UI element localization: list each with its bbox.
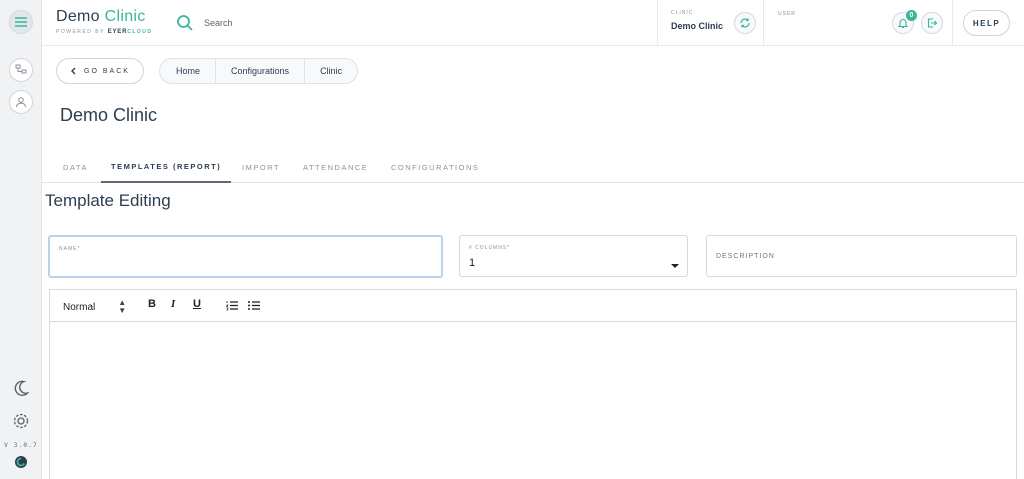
powered-by-brand-accent: Cloud <box>127 29 153 35</box>
rich-text-editor: Normal ▲ ▼ B I U <box>49 289 1017 479</box>
powered-by-brand: Eyer <box>107 29 128 35</box>
user-icon <box>16 97 26 108</box>
moon-icon <box>14 380 30 396</box>
breadcrumb-clinic[interactable]: Clinic <box>305 59 357 83</box>
editor-content-area[interactable] <box>50 322 1016 479</box>
go-back-label: GO BACK <box>84 67 130 75</box>
bold-button[interactable]: B <box>148 298 156 310</box>
settings-button[interactable] <box>9 409 33 433</box>
header-divider <box>763 0 764 46</box>
page-title: Demo Clinic <box>60 105 158 125</box>
description-placeholder: DESCRIPTION <box>716 253 775 260</box>
breadcrumb-configurations[interactable]: Configurations <box>216 59 306 83</box>
clinic-name: Demo Clinic <box>671 21 724 31</box>
editor-toolbar: Normal ▲ ▼ B I U <box>50 290 1016 322</box>
left-rail: V 3.0.7 <box>0 0 42 479</box>
tab-templates-report[interactable]: TEMPLATES (REPORT) <box>101 152 232 183</box>
bullet-list-icon[interactable] <box>248 300 260 311</box>
notification-badge: 0 <box>906 10 917 21</box>
tree-button[interactable] <box>9 58 33 82</box>
profile-button[interactable] <box>9 90 33 114</box>
powered-by: POWERED BY EyerCloud <box>56 29 153 35</box>
columns-field-label: # COLUMNS* <box>469 245 511 251</box>
logout-icon <box>927 18 938 28</box>
dark-mode-toggle[interactable] <box>9 376 33 400</box>
dropdown-arrow-icon <box>671 264 679 268</box>
user-info[interactable]: USER <box>778 11 796 17</box>
clinic-label: CLINIC <box>671 10 694 16</box>
columns-value: 1 <box>469 257 476 269</box>
brand-title: Demo Clinic <box>56 8 153 26</box>
go-back-button[interactable]: GO BACK <box>56 58 144 84</box>
ordered-list-icon[interactable] <box>226 300 238 311</box>
brand-title-accent: Clinic <box>104 8 146 25</box>
section-title: Template Editing <box>45 191 171 210</box>
search-bar[interactable] <box>176 14 344 32</box>
version-label: V 3.0.7 <box>4 442 38 449</box>
breadcrumb: Home Configurations Clinic <box>159 58 359 84</box>
columns-select[interactable]: # COLUMNS* 1 <box>459 235 688 277</box>
brand[interactable]: Demo Clinic POWERED BY EyerCloud <box>56 8 153 35</box>
underline-button[interactable]: U <box>193 298 201 310</box>
eyercloud-logo-icon <box>15 456 27 468</box>
header-divider <box>952 0 953 46</box>
name-field[interactable]: NAME* <box>48 235 443 278</box>
chevron-left-icon <box>71 67 76 75</box>
search-input[interactable] <box>204 18 344 28</box>
powered-by-prefix: POWERED BY <box>56 29 105 35</box>
logout-button[interactable] <box>921 12 943 34</box>
breadcrumb-home[interactable]: Home <box>160 59 217 83</box>
format-select[interactable]: Normal ▲ ▼ <box>63 299 126 315</box>
sync-icon <box>740 18 750 28</box>
menu-button[interactable] <box>9 10 33 34</box>
select-arrows-icon: ▲ ▼ <box>118 298 127 315</box>
tab-data[interactable]: DATA <box>63 152 88 183</box>
search-icon <box>177 15 193 31</box>
tab-bar: DATA TEMPLATES (REPORT) IMPORT ATTENDANC… <box>42 152 1024 183</box>
user-label: USER <box>778 11 796 17</box>
top-header: Demo Clinic POWERED BY EyerCloud CLINIC … <box>42 0 1024 46</box>
italic-button[interactable]: I <box>171 298 175 310</box>
clinic-selector[interactable]: CLINIC Demo Clinic <box>671 10 723 31</box>
brand-title-primary: Demo <box>56 8 100 25</box>
tab-configurations[interactable]: CONFIGURATIONS <box>391 152 479 183</box>
menu-icon <box>15 17 27 27</box>
sync-button[interactable] <box>734 12 756 34</box>
tab-attendance[interactable]: ATTENDANCE <box>303 152 368 183</box>
description-field[interactable]: DESCRIPTION <box>706 235 1017 277</box>
header-divider <box>657 0 658 46</box>
tree-icon <box>15 64 26 73</box>
gear-icon <box>13 413 29 429</box>
format-select-value: Normal <box>63 301 96 313</box>
name-field-label: NAME* <box>59 246 81 252</box>
help-button[interactable]: HELP <box>963 10 1010 36</box>
tab-import[interactable]: IMPORT <box>242 152 280 183</box>
